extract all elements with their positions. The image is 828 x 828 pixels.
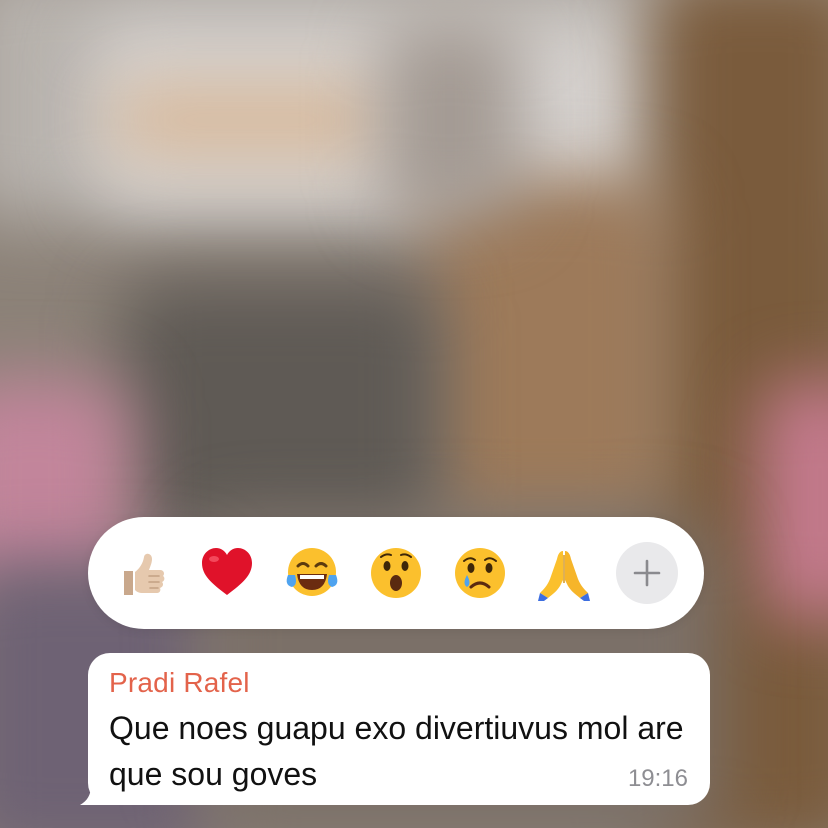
sender-name: Pradi Rafel [109, 667, 250, 698]
message-timestamp: 19:16 [627, 765, 688, 792]
message-bubble[interactable]: Pradi Rafel Que noes guapu exo divertiuv… [76, 653, 716, 809]
bubble-body: Pradi Rafel Que noes guapu exo divertiuv… [88, 653, 710, 805]
tears-of-joy-emoji[interactable] [284, 545, 340, 601]
crying-face-emoji[interactable] [452, 545, 508, 601]
open-mouth-emoji[interactable] [368, 545, 424, 601]
plus-icon [633, 559, 661, 587]
reaction-bar [88, 517, 704, 629]
message-text: Que noes guapu exo divertiuvus mol are q… [109, 710, 684, 792]
red-heart-emoji[interactable] [199, 545, 255, 601]
more-reactions-button[interactable] [616, 542, 678, 604]
chat-screen: Pradi Rafel Que noes guapu exo divertiuv… [0, 0, 828, 828]
thumbs-up-emoji[interactable] [114, 545, 170, 601]
folded-hands-emoji[interactable] [536, 545, 592, 601]
